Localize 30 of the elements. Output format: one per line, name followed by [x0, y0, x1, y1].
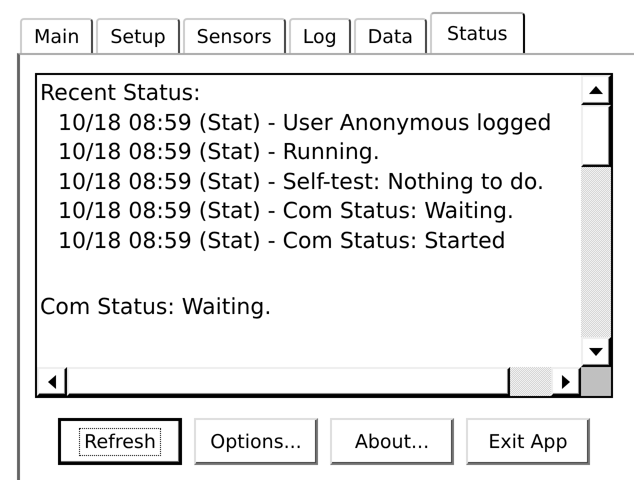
tab[interactable]: Status — [430, 12, 525, 53]
status-entry: 10/18 08:59 (Stat) - Com Status: Waiting. — [57, 198, 515, 226]
status-heading: Recent Status: — [40, 80, 202, 108]
button[interactable]: Options... — [194, 418, 318, 465]
button[interactable]: Refresh — [58, 418, 182, 465]
scroll-up-button[interactable] — [581, 75, 611, 105]
horizontal-scrollbar[interactable] — [37, 367, 581, 396]
vertical-scrollbar[interactable] — [581, 75, 611, 367]
status-entry: 10/18 08:59 (Stat) - Com Status: Started — [57, 228, 507, 256]
status-heading: Com Status: Waiting. — [40, 294, 272, 322]
scrollbar-corner — [581, 367, 611, 396]
scroll-down-button[interactable] — [581, 337, 611, 367]
status-entry: 10/18 08:59 (Stat) - User Anonymous logged — [57, 110, 552, 138]
tab[interactable]: Main — [20, 18, 94, 53]
status-entry: 10/18 08:59 (Stat) - Self-test: Nothing to do. — [57, 168, 545, 196]
left-arrow-icon — [48, 374, 56, 388]
button[interactable]: Exit App — [466, 418, 590, 465]
button[interactable]: About... — [330, 418, 454, 465]
scroll-left-button[interactable] — [37, 367, 67, 396]
status-entry: 10/18 08:59 (Stat) - Running. — [57, 139, 381, 167]
scroll-thumb[interactable] — [581, 105, 611, 167]
tab[interactable]: Sensors — [182, 18, 286, 53]
tab[interactable]: Data — [354, 18, 428, 53]
right-arrow-icon — [562, 374, 570, 388]
up-arrow-icon — [589, 86, 603, 94]
scroll-thumb[interactable] — [67, 367, 510, 396]
scroll-right-button[interactable] — [551, 367, 581, 396]
tab[interactable]: Log — [288, 18, 351, 53]
down-arrow-icon — [589, 348, 603, 356]
tab[interactable]: Setup — [96, 18, 180, 53]
